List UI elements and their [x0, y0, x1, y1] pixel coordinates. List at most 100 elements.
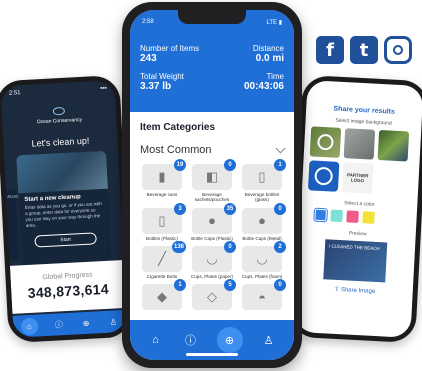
background-option-3[interactable] [377, 129, 410, 162]
profile-icon[interactable]: ♙ [260, 331, 278, 349]
start-button[interactable]: Start [34, 232, 97, 248]
home-icon[interactable]: ⌂ [147, 331, 165, 349]
category-name: Beverage cans [146, 192, 178, 197]
chevron-down-icon [275, 143, 286, 153]
phone-notch [178, 10, 246, 24]
preview-label: Preview [348, 230, 367, 238]
add-cleanup-icon[interactable]: ⊕ [216, 327, 243, 353]
paper-cup-icon: ◡ 0 [192, 240, 236, 272]
count-badge: 0 [224, 240, 236, 253]
profile-icon[interactable]: ♙ [107, 315, 120, 328]
color-swatch-yellow[interactable] [362, 211, 375, 224]
color-swatch-pink[interactable] [346, 210, 359, 223]
network-label: LTE [266, 20, 278, 26]
category-item[interactable]: ◧ 0 Beverage sachets/pouches [190, 159, 236, 203]
category-item[interactable]: ▯ 1 Beverage bottles (glass) [240, 159, 286, 203]
category-item[interactable]: ◇ 5 [190, 279, 236, 311]
category-item[interactable]: ◡ 2 Cups, Plates (foam) [240, 240, 286, 279]
share-title: Share your results [333, 105, 396, 116]
wave-logo-icon [314, 166, 334, 186]
global-progress: Global Progress 348,873,614 [9, 259, 127, 314]
background-grid: PARTNER LOGO [307, 126, 413, 195]
plastic-bottle-icon: ▯ 3 [142, 202, 186, 234]
info-icon[interactable]: ⓘ [182, 331, 200, 349]
count-badge: 136 [171, 240, 186, 253]
category-item[interactable]: ● 0 Bottle Caps (Metal) [240, 202, 286, 241]
right-screen: Share your results Select image backgrou… [294, 80, 422, 338]
time-stat: Time 00:43:06 [244, 72, 284, 92]
preview-image: I CLEANED THE BEACH [323, 239, 388, 283]
count-badge: 0 [274, 202, 286, 215]
glass-bottle-icon: ▯ 1 [242, 159, 286, 190]
category-filter-dropdown[interactable]: Most Common [140, 143, 286, 156]
pouch-icon: ◧ 0 [192, 159, 236, 190]
category-item[interactable]: ╱ 136 Cigarette Butts [140, 240, 186, 279]
distance-label: Distance [252, 44, 284, 53]
share-label: Share Image [340, 287, 376, 295]
item-categories-panel: Item Categories Most Common ▮ 19 Beverage … [130, 112, 294, 311]
distance-stat: Distance 0.0 mi [253, 44, 284, 64]
background-option-2[interactable] [343, 128, 376, 160]
status-indicators: LTE ▮ [266, 20, 282, 26]
time-label: Time [266, 72, 284, 81]
items-value: 243 [140, 53, 157, 64]
count-badge: 1 [274, 159, 286, 171]
count-badge: 19 [174, 159, 186, 171]
preview-text: I CLEANED THE BEACH [328, 243, 380, 252]
food-wrapper-icon: ◆ 1 [142, 279, 186, 311]
right-phone: Share your results Select image backgrou… [289, 74, 422, 344]
category-item[interactable]: ◆ 1 [140, 279, 186, 311]
cigarette-icon: ╱ 136 [142, 240, 186, 272]
home-icon[interactable]: ⌂ [20, 317, 39, 335]
category-item[interactable]: ▯ 3 Bottles (Plastic) [140, 202, 186, 241]
welcome-heading: Let's clean up! [31, 135, 90, 149]
selected-check-icon [317, 133, 334, 151]
side-card-label: Access [7, 193, 21, 199]
count-badge: 2 [274, 240, 286, 253]
add-cleanup-icon[interactable]: ⊕ [80, 317, 93, 330]
count-badge: 0 [274, 279, 286, 292]
cleanup-stats-header: 2:58 LTE ▮ Number of Items 243 Distance … [130, 10, 294, 112]
center-phone: 2:58 LTE ▮ Number of Items 243 Distance … [122, 2, 302, 368]
category-item[interactable]: ● 35 Bottle Caps (Plastic) [190, 202, 236, 241]
count-badge: 3 [174, 202, 186, 215]
items-label: Number of Items [140, 44, 200, 53]
info-icon[interactable]: ⓘ [53, 318, 66, 331]
category-item[interactable]: ◓ 0 [240, 279, 286, 311]
progress-value: 348,873,614 [27, 280, 110, 302]
start-cleanup-card[interactable]: Start a new cleanup Enter data as you go… [16, 150, 112, 266]
signal-icon: ▪▪▪ [100, 85, 107, 92]
instagram-icon[interactable] [384, 36, 412, 64]
filter-label: Most Common [140, 144, 212, 156]
foam-cup-icon: ◡ 2 [242, 240, 286, 272]
category-name: Beverage sachets/pouches [194, 192, 230, 203]
can-icon: ▮ 19 [142, 159, 186, 190]
category-name: Bottle Caps (Metal) [242, 235, 282, 241]
weight-label: Total Weight [140, 72, 184, 81]
count-badge: 35 [224, 202, 236, 215]
center-screen: 2:58 LTE ▮ Number of Items 243 Distance … [130, 10, 294, 360]
instagram-ring [393, 45, 403, 55]
count-badge: 5 [224, 279, 236, 292]
category-item[interactable]: ▮ 19 Beverage cans [140, 159, 186, 203]
partner-logo-option[interactable]: PARTNER LOGO [341, 162, 374, 194]
items-stat: Number of Items 243 [140, 44, 199, 64]
background-option-logo[interactable] [307, 160, 340, 192]
background-option-1[interactable] [309, 126, 342, 158]
status-bar: 2:51 ▪▪▪ [9, 86, 107, 97]
color-swatch-teal[interactable] [330, 209, 343, 223]
facebook-icon[interactable]: f [316, 36, 344, 64]
status-time: 2:58 [142, 19, 154, 25]
share-image-button[interactable]: ⇪ Share Image [297, 284, 413, 297]
brand-logo: Ocean Conservancy [2, 104, 117, 127]
bottle-cap-icon: ● 35 [192, 202, 236, 234]
twitter-icon[interactable]: t [350, 36, 378, 64]
category-item[interactable]: ◡ 0 Cups, Plates (paper) [190, 240, 236, 279]
color-swatches [314, 208, 375, 224]
color-swatch-blue[interactable] [314, 208, 327, 222]
lid-icon: ◓ 0 [242, 279, 286, 311]
left-screen: 2:51 ▪▪▪ Ocean Conservancy Let's clean u… [0, 80, 128, 338]
weight-value: 3.37 lb [140, 81, 172, 92]
time-value: 00:43:06 [243, 81, 284, 92]
cleanup-photo [16, 150, 108, 194]
